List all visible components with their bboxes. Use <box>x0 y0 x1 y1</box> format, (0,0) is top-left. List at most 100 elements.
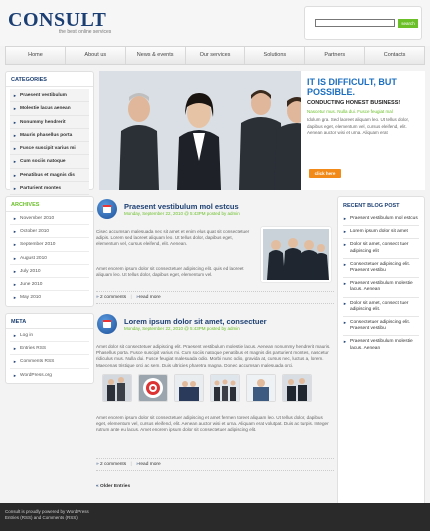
nav-about-us[interactable]: About us <box>66 47 126 64</box>
category-item[interactable]: ► Molestie lacus aenean <box>10 102 89 116</box>
main-nav: Home About us News & events Our services… <box>5 46 425 65</box>
post-links: » 2 comments | »read more <box>96 295 161 300</box>
nav-news-events[interactable]: News & events <box>126 47 186 64</box>
comments-link[interactable]: 2 comments <box>100 295 126 300</box>
search-button[interactable]: search <box>398 19 418 28</box>
category-item[interactable]: ► Praesent vestibulum <box>10 89 89 103</box>
post-excerpt-2: Amet enorem ipsum dolor sit consectetuer… <box>96 415 329 433</box>
recent-post-link[interactable]: ► Praesent vestibulum molestie lacus. Aen… <box>343 278 419 298</box>
nav-solutions[interactable]: Solutions <box>245 47 306 64</box>
arrow-right-icon: ► <box>13 132 17 138</box>
hero-panel: IT IS DIFFICULT, BUT POSSIBLE. CONDUCTIN… <box>301 71 425 190</box>
recent-post-link[interactable]: ► Dolor sit amet, consect tuer adipiscing… <box>343 239 419 259</box>
arrow-right-icon: ► <box>13 119 17 125</box>
archive-link[interactable]: ► July 2010 <box>10 265 89 278</box>
category-item[interactable]: ► Nonummy hendrerit <box>10 115 89 129</box>
gallery-thumb[interactable] <box>174 374 204 402</box>
category-item[interactable]: ► Penatibus et magnis dis <box>10 168 89 183</box>
post-meta: Monday, September 22, 2010 @ 5:43PM post… <box>124 326 240 331</box>
archive-link[interactable]: ► May 2010 <box>10 291 89 304</box>
arrow-right-icon: ► <box>13 93 17 98</box>
recent-post-link[interactable]: ► Praesent vestibulum molestie lacus. Aen… <box>343 336 419 354</box>
arrow-right-icon: ► <box>13 229 17 235</box>
archive-link[interactable]: ► October 2010 <box>10 225 89 239</box>
gallery-thumb[interactable] <box>138 374 168 402</box>
category-item[interactable]: ► Parturient montes <box>10 182 89 196</box>
gallery-thumb[interactable] <box>246 374 276 402</box>
hero-subtitle: CONDUCTING HONEST BUSINESS! <box>307 100 401 106</box>
arrow-right-icon: ► <box>13 186 17 192</box>
arrow-right-icon: ► <box>343 261 347 267</box>
post-excerpt: Amet dolor sit consectetuer adipiscing e… <box>96 344 331 368</box>
archive-link[interactable]: ► August 2010 <box>10 252 89 265</box>
search-box: search <box>304 6 422 40</box>
blog-post: Praesent vestibulum mol estcus Monday, S… <box>96 199 334 309</box>
recent-post-link[interactable]: ► Consectetuer adipiscing elit. Praesent … <box>343 259 419 279</box>
gallery-thumb[interactable] <box>210 374 240 402</box>
business-team-photo <box>99 71 331 190</box>
calendar-icon <box>97 314 117 334</box>
arrow-right-icon: ► <box>343 242 347 248</box>
archive-link[interactable]: ► November 2010 <box>10 212 89 226</box>
hero-highlight: Nascetur mus. Nulla dui. Fusce feugiat m… <box>307 109 393 114</box>
archives-title: ARCHIVES <box>6 197 93 212</box>
arrow-right-icon: ► <box>13 146 17 152</box>
recent-posts-title: RECENT BLOG POST <box>343 203 400 209</box>
nav-partners[interactable]: Partners <box>305 47 366 64</box>
arrow-right-icon: ► <box>13 333 17 338</box>
site-tagline: the best online services <box>59 29 112 35</box>
arrow-right-icon: ► <box>13 268 17 274</box>
meta-title: META <box>6 314 93 329</box>
search-input[interactable] <box>315 19 395 27</box>
recent-post-link[interactable]: ► Dolor sit amet, consect tuer adipiscing… <box>343 298 419 318</box>
post-excerpt-2: Amet enorem ipsum dolor sit consectetuer… <box>96 266 244 278</box>
nav-contacts[interactable]: Contacts <box>365 47 424 64</box>
arrow-right-icon: ► <box>13 295 17 301</box>
category-item[interactable]: ► Fusce suscipit varius mi <box>10 142 89 156</box>
footer: Consult is proudly powered by WordPress … <box>0 503 430 531</box>
arrow-right-icon: ► <box>13 172 17 178</box>
meta-link[interactable]: ► Comments RSS <box>10 355 89 369</box>
arrow-right-icon: ► <box>343 320 347 326</box>
arrow-right-icon: ► <box>13 106 17 112</box>
recent-post-link[interactable]: ► Consectetuer adipiscing elit. Praesent … <box>343 317 419 337</box>
calendar-icon <box>97 199 117 219</box>
meta-widget: META ► Log in ► Entries RSS ► Comments RSS … <box>5 313 94 384</box>
arrow-right-icon: ► <box>13 242 17 248</box>
arrow-left-icon: « <box>96 484 99 489</box>
arrow-right-icon: » <box>96 295 99 300</box>
arrow-right-icon: ► <box>13 281 17 287</box>
gallery-thumb[interactable] <box>282 374 312 402</box>
hero-text: Idolum gra. Sed laoreet aliquam leo. Ut … <box>307 117 410 135</box>
older-entries-link[interactable]: Older Entries <box>100 484 130 489</box>
arrow-right-icon: ► <box>343 300 347 306</box>
meta-link[interactable]: ► Entries RSS <box>10 342 89 356</box>
meta-link[interactable]: ► WordPress.org <box>10 369 89 382</box>
category-item[interactable]: ► Mauris phasellus porta <box>10 128 89 143</box>
nav-home[interactable]: Home <box>6 47 66 64</box>
post-title[interactable]: Praesent vestibulum mol estcus <box>124 202 239 211</box>
arrow-right-icon: » <box>96 462 99 467</box>
categories-title: CATEGORIES <box>6 72 93 87</box>
footer-rss-links[interactable]: Entries (RSS) and Comments (RSS) <box>5 515 425 521</box>
comments-link[interactable]: 2 comments <box>100 462 126 467</box>
arrow-right-icon: ► <box>13 346 17 352</box>
arrow-right-icon: ► <box>13 359 17 365</box>
recent-post-link[interactable]: ► Praesent vestibulum mol estcus <box>343 213 419 227</box>
click-here-button[interactable]: click here <box>309 169 341 178</box>
post-title[interactable]: Lorem ipsum dolor sit amet, consectuer <box>124 317 267 326</box>
recent-post-link[interactable]: ► Lorem ipsum dolor sit amet <box>343 226 419 240</box>
older-entries: « Older Entries <box>96 484 130 489</box>
category-item[interactable]: ► Cum sociis natoque <box>10 155 89 169</box>
arrow-right-icon: ► <box>13 372 17 378</box>
archive-link[interactable]: ► September 2010 <box>10 238 89 252</box>
hero-title: IT IS DIFFICULT, BUT POSSIBLE. <box>307 77 397 97</box>
meta-link[interactable]: ► Log in <box>10 329 89 343</box>
archive-link[interactable]: ► June 2010 <box>10 278 89 292</box>
categories-widget: CATEGORIES ► Praesent vestibulum ► Molesti… <box>5 71 94 196</box>
gallery-thumb[interactable] <box>102 374 132 402</box>
read-more-link[interactable]: read more <box>139 462 161 467</box>
nav-our-services[interactable]: Our services <box>186 47 246 64</box>
post-excerpt: Cisec accumsan malesuada nec sit amet et… <box>96 229 250 247</box>
read-more-link[interactable]: read more <box>139 295 161 300</box>
